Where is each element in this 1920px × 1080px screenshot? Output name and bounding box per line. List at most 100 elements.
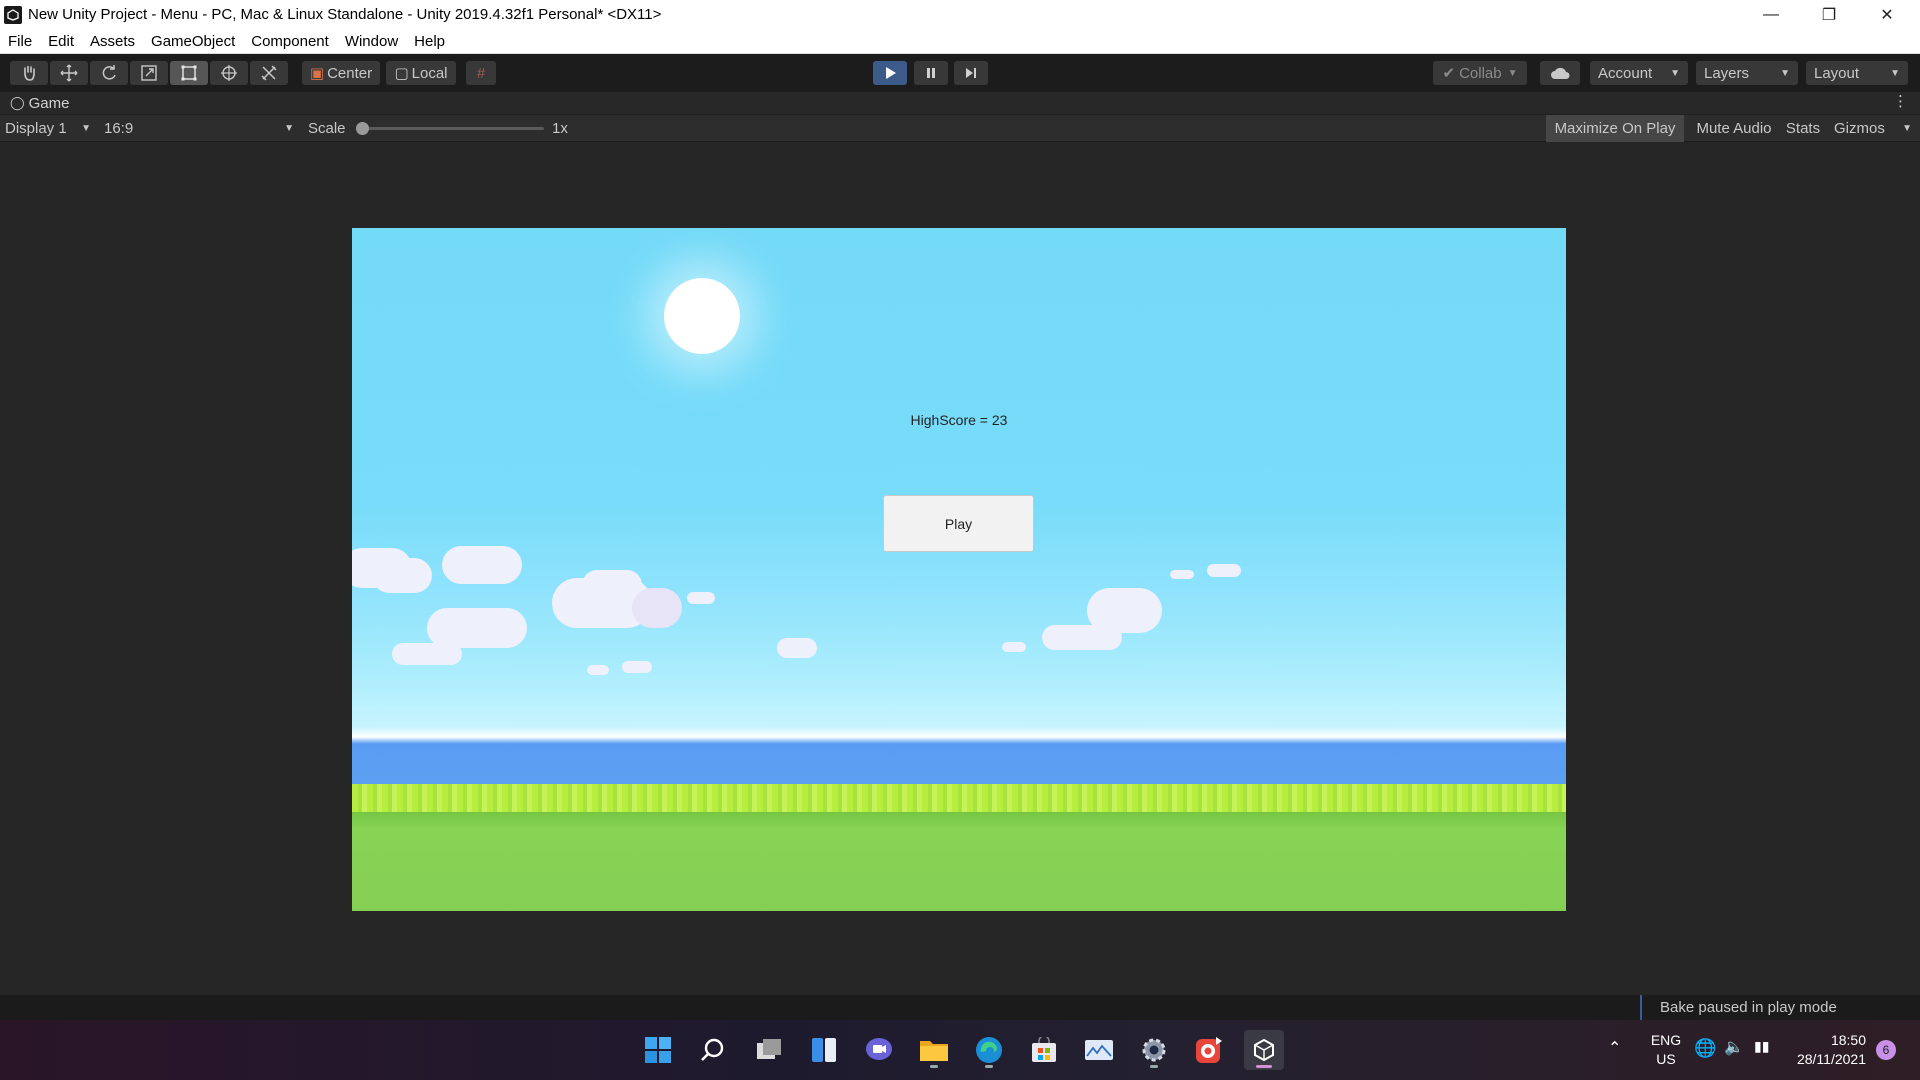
game-canvas: HighScore = 23 Play: [352, 228, 1566, 911]
rect-tool-icon[interactable]: [170, 61, 208, 85]
volume-icon[interactable]: 🔈: [1724, 1037, 1744, 1057]
running-indicator: [985, 1065, 993, 1068]
bake-status: Bake paused in play mode: [1640, 995, 1892, 1020]
aspect-dropdown[interactable]: 16:9 ▼: [104, 115, 296, 142]
display-label: Display 1: [5, 120, 67, 137]
region-label: US: [1656, 1051, 1676, 1067]
tab-game-label: Game: [28, 94, 70, 112]
display-dropdown[interactable]: Display 1 ▼: [5, 115, 95, 142]
widgets-icon[interactable]: [804, 1030, 844, 1070]
file-explorer-icon[interactable]: [914, 1030, 954, 1070]
check-icon: ✔: [1442, 65, 1456, 82]
gizmos-dropdown[interactable]: Gizmos ▼: [1830, 115, 1916, 142]
menu-file[interactable]: File: [0, 33, 40, 50]
menu-window[interactable]: Window: [337, 33, 406, 50]
menu-component[interactable]: Component: [243, 33, 337, 50]
title-bar: New Unity Project - Menu - PC, Mac & Lin…: [0, 0, 1920, 29]
status-bar: Bake paused in play mode: [0, 995, 1920, 1020]
menu-help[interactable]: Help: [406, 33, 453, 50]
game-play-button[interactable]: Play: [883, 495, 1034, 552]
collab-label: Collab: [1459, 64, 1502, 82]
cube-icon: ▢: [394, 65, 409, 82]
system-tray: ⌃ ENG US 🌐 🔈 ▮▮ 18:50 28/11/2021 6: [1600, 1020, 1920, 1080]
space-label: Local: [411, 64, 448, 82]
menu-assets[interactable]: Assets: [82, 33, 143, 50]
network-icon[interactable]: 🌐: [1694, 1038, 1716, 1059]
windows-taskbar: ⌃ ENG US 🌐 🔈 ▮▮ 18:50 28/11/2021 6: [0, 1020, 1920, 1080]
menu-bar: File Edit Assets GameObject Component Wi…: [0, 29, 1920, 54]
tab-menu-icon[interactable]: ⋮: [1893, 92, 1908, 110]
menu-gameobject[interactable]: GameObject: [143, 33, 243, 50]
tab-game[interactable]: ◯ Game: [0, 95, 69, 112]
toolbar: ▣ Center ▢ Local # ✔ Collab ▼ Account ▼ …: [0, 54, 1920, 92]
pivot-label: Center: [327, 64, 373, 82]
scale-slider-track: [356, 122, 544, 135]
pivot-center-toggle[interactable]: ▣ Center: [302, 61, 380, 85]
account-label: Account: [1598, 64, 1653, 82]
notification-badge[interactable]: 6: [1876, 1040, 1896, 1060]
play-button[interactable]: [873, 61, 907, 85]
window-title: New Unity Project - Menu - PC, Mac & Lin…: [28, 6, 662, 23]
grid-snap-icon[interactable]: #: [466, 61, 496, 85]
hand-tool-icon[interactable]: [10, 61, 48, 85]
active-indicator: [1256, 1065, 1272, 1068]
search-icon[interactable]: [693, 1030, 733, 1070]
task-view-icon[interactable]: [749, 1030, 789, 1070]
close-button[interactable]: ✕: [1858, 0, 1916, 29]
menu-edit[interactable]: Edit: [40, 33, 82, 50]
rotate-tool-icon[interactable]: [90, 61, 128, 85]
photos-icon[interactable]: [1079, 1030, 1119, 1070]
layers-label: Layers: [1704, 64, 1750, 82]
layout-label: Layout: [1814, 64, 1860, 82]
space-local-toggle[interactable]: ▢ Local: [386, 61, 456, 85]
account-dropdown[interactable]: Account ▼: [1590, 61, 1688, 85]
chevron-down-icon: ▼: [284, 123, 294, 134]
minimize-button[interactable]: —: [1742, 0, 1800, 29]
chevron-down-icon: ▼: [1902, 123, 1912, 134]
game-tab-bar: ◯ Game ⋮: [0, 92, 1920, 114]
mute-audio-toggle[interactable]: Mute Audio: [1688, 115, 1780, 142]
settings-icon[interactable]: [1134, 1030, 1174, 1070]
clock-time: 18:50: [1830, 1032, 1866, 1048]
chevron-down-icon: ▼: [1670, 67, 1680, 79]
clock[interactable]: 18:50 28/11/2021: [1786, 1031, 1866, 1069]
unity-logo-icon: [4, 5, 22, 24]
chevron-down-icon: ▼: [1780, 67, 1790, 79]
scale-label: Scale: [308, 120, 346, 137]
store-icon[interactable]: [1024, 1030, 1064, 1070]
gizmos-label: Gizmos: [1834, 120, 1885, 137]
layout-dropdown[interactable]: Layout ▼: [1806, 61, 1908, 85]
unity-icon[interactable]: [1244, 1030, 1284, 1070]
scale-slider[interactable]: [356, 115, 544, 142]
chevron-up-icon[interactable]: ⌃: [1608, 1038, 1621, 1058]
stats-toggle[interactable]: Stats: [1782, 115, 1824, 142]
transform-tool-icon[interactable]: [210, 61, 248, 85]
custom-tool-icon[interactable]: [250, 61, 288, 85]
restore-button[interactable]: ❐: [1800, 0, 1858, 29]
windows-start-icon[interactable]: [638, 1030, 678, 1070]
language-label: ENG: [1650, 1032, 1682, 1048]
sun-sprite: [664, 278, 740, 354]
running-indicator: [930, 1065, 938, 1068]
clock-date: 28/11/2021: [1796, 1051, 1866, 1067]
scale-tool-icon[interactable]: [130, 61, 168, 85]
collab-dropdown[interactable]: ✔ Collab ▼: [1433, 61, 1527, 85]
game-play-button-label: Play: [944, 515, 973, 532]
pause-button[interactable]: [914, 61, 948, 85]
maximize-on-play-toggle[interactable]: Maximize On Play: [1546, 115, 1684, 142]
language-indicator[interactable]: ENG US: [1644, 1031, 1688, 1069]
gamepad-icon: ◯: [10, 95, 25, 110]
scale-slider-thumb[interactable]: [356, 122, 369, 135]
cloud-icon[interactable]: [1540, 61, 1580, 85]
edge-icon[interactable]: [969, 1030, 1009, 1070]
teams-chat-icon[interactable]: [859, 1030, 899, 1070]
move-tool-icon[interactable]: [50, 61, 88, 85]
layers-dropdown[interactable]: Layers ▼: [1696, 61, 1798, 85]
chevron-down-icon: ▼: [1507, 67, 1518, 79]
aspect-label: 16:9: [104, 120, 134, 137]
recorder-icon[interactable]: [1189, 1030, 1229, 1070]
step-button[interactable]: [954, 61, 988, 85]
grass-strip: [352, 784, 1566, 812]
scale-value: 1x: [552, 120, 568, 137]
battery-icon[interactable]: ▮▮: [1754, 1038, 1769, 1055]
